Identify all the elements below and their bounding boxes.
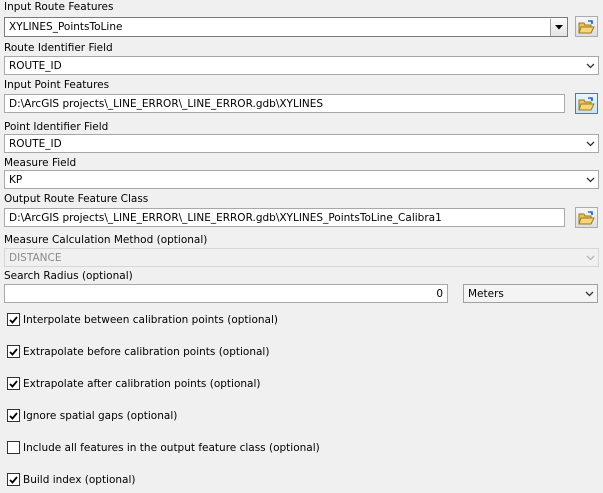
measure-field-label: Measure Field [4,157,77,169]
measure-calculation-method-value: DISTANCE [9,251,62,264]
checkmark-icon [9,315,18,324]
measure-field-select[interactable]: KP [4,170,599,189]
checkmark-icon [9,379,18,388]
input-point-features-input[interactable]: D:\ArcGIS projects\_LINE_ERROR\_LINE_ERR… [4,94,565,113]
input-route-features-value: XYLINES_PointsToLine [9,21,123,33]
option-extrapolate-before[interactable]: Extrapolate before calibration points (o… [7,345,269,358]
option-label: Include all features in the output featu… [23,441,320,454]
chevron-down-icon[interactable] [582,135,598,152]
chevron-down-icon[interactable] [550,18,567,36]
input-route-features-combo[interactable]: XYLINES_PointsToLine [4,17,568,37]
measure-calculation-method-label: Measure Calculation Method (optional) [4,234,208,246]
search-radius-value: 0 [436,287,443,300]
checkmark-icon [9,347,18,356]
search-radius-units-value: Meters [468,287,504,300]
output-route-feature-class-label: Output Route Feature Class [4,193,149,205]
chevron-down-icon[interactable] [582,171,598,188]
folder-open-icon [578,96,595,110]
chevron-down-icon[interactable] [581,285,597,302]
output-route-feature-class-browse-button[interactable] [575,207,598,228]
checkbox-extrapolate-before[interactable] [7,345,20,358]
option-interpolate-between[interactable]: Interpolate between calibration points (… [7,313,278,326]
input-point-features-label: Input Point Features [4,79,110,91]
option-build-index[interactable]: Build index (optional) [7,473,136,486]
point-identifier-field-label: Point Identifier Field [4,121,109,133]
option-label: Interpolate between calibration points (… [23,313,278,326]
output-route-feature-class-value: D:\ArcGIS projects\_LINE_ERROR\_LINE_ERR… [9,211,442,224]
option-ignore-spatial-gaps[interactable]: Ignore spatial gaps (optional) [7,409,177,422]
point-identifier-field-select[interactable]: ROUTE_ID [4,134,599,153]
option-label: Extrapolate after calibration points (op… [23,377,261,390]
option-include-all-features[interactable]: Include all features in the output featu… [7,441,320,454]
folder-open-icon [578,210,595,224]
option-label: Build index (optional) [23,473,136,486]
output-route-feature-class-input[interactable]: D:\ArcGIS projects\_LINE_ERROR\_LINE_ERR… [4,208,565,227]
chevron-down-icon[interactable] [582,57,598,74]
folder-open-icon [578,19,595,33]
route-identifier-field-value: ROUTE_ID [9,59,62,72]
checkbox-ignore-spatial-gaps[interactable] [7,409,20,422]
checkmark-icon [9,475,18,484]
search-radius-label: Search Radius (optional) [4,270,133,282]
input-point-features-browse-button[interactable] [575,93,598,114]
input-point-features-value: D:\ArcGIS projects\_LINE_ERROR\_LINE_ERR… [9,97,324,110]
checkbox-include-all-features[interactable] [7,441,20,454]
option-label: Extrapolate before calibration points (o… [23,345,270,358]
option-extrapolate-after[interactable]: Extrapolate after calibration points (op… [7,377,261,390]
measure-calculation-method-select: DISTANCE [4,248,599,267]
search-radius-units-select[interactable]: Meters [463,284,598,303]
checkmark-icon [9,411,18,420]
input-route-features-browse-button[interactable] [575,16,598,37]
checkbox-interpolate-between[interactable] [7,313,20,326]
measure-field-value: KP [9,173,23,186]
option-label: Ignore spatial gaps (optional) [23,409,178,422]
route-identifier-field-select[interactable]: ROUTE_ID [4,56,599,75]
checkbox-extrapolate-after[interactable] [7,377,20,390]
chevron-down-icon [582,249,598,266]
point-identifier-field-value: ROUTE_ID [9,137,62,150]
checkbox-build-index[interactable] [7,473,20,486]
input-route-features-label: Input Route Features [4,1,114,13]
search-radius-input[interactable]: 0 [4,284,448,303]
route-identifier-field-label: Route Identifier Field [4,42,113,54]
